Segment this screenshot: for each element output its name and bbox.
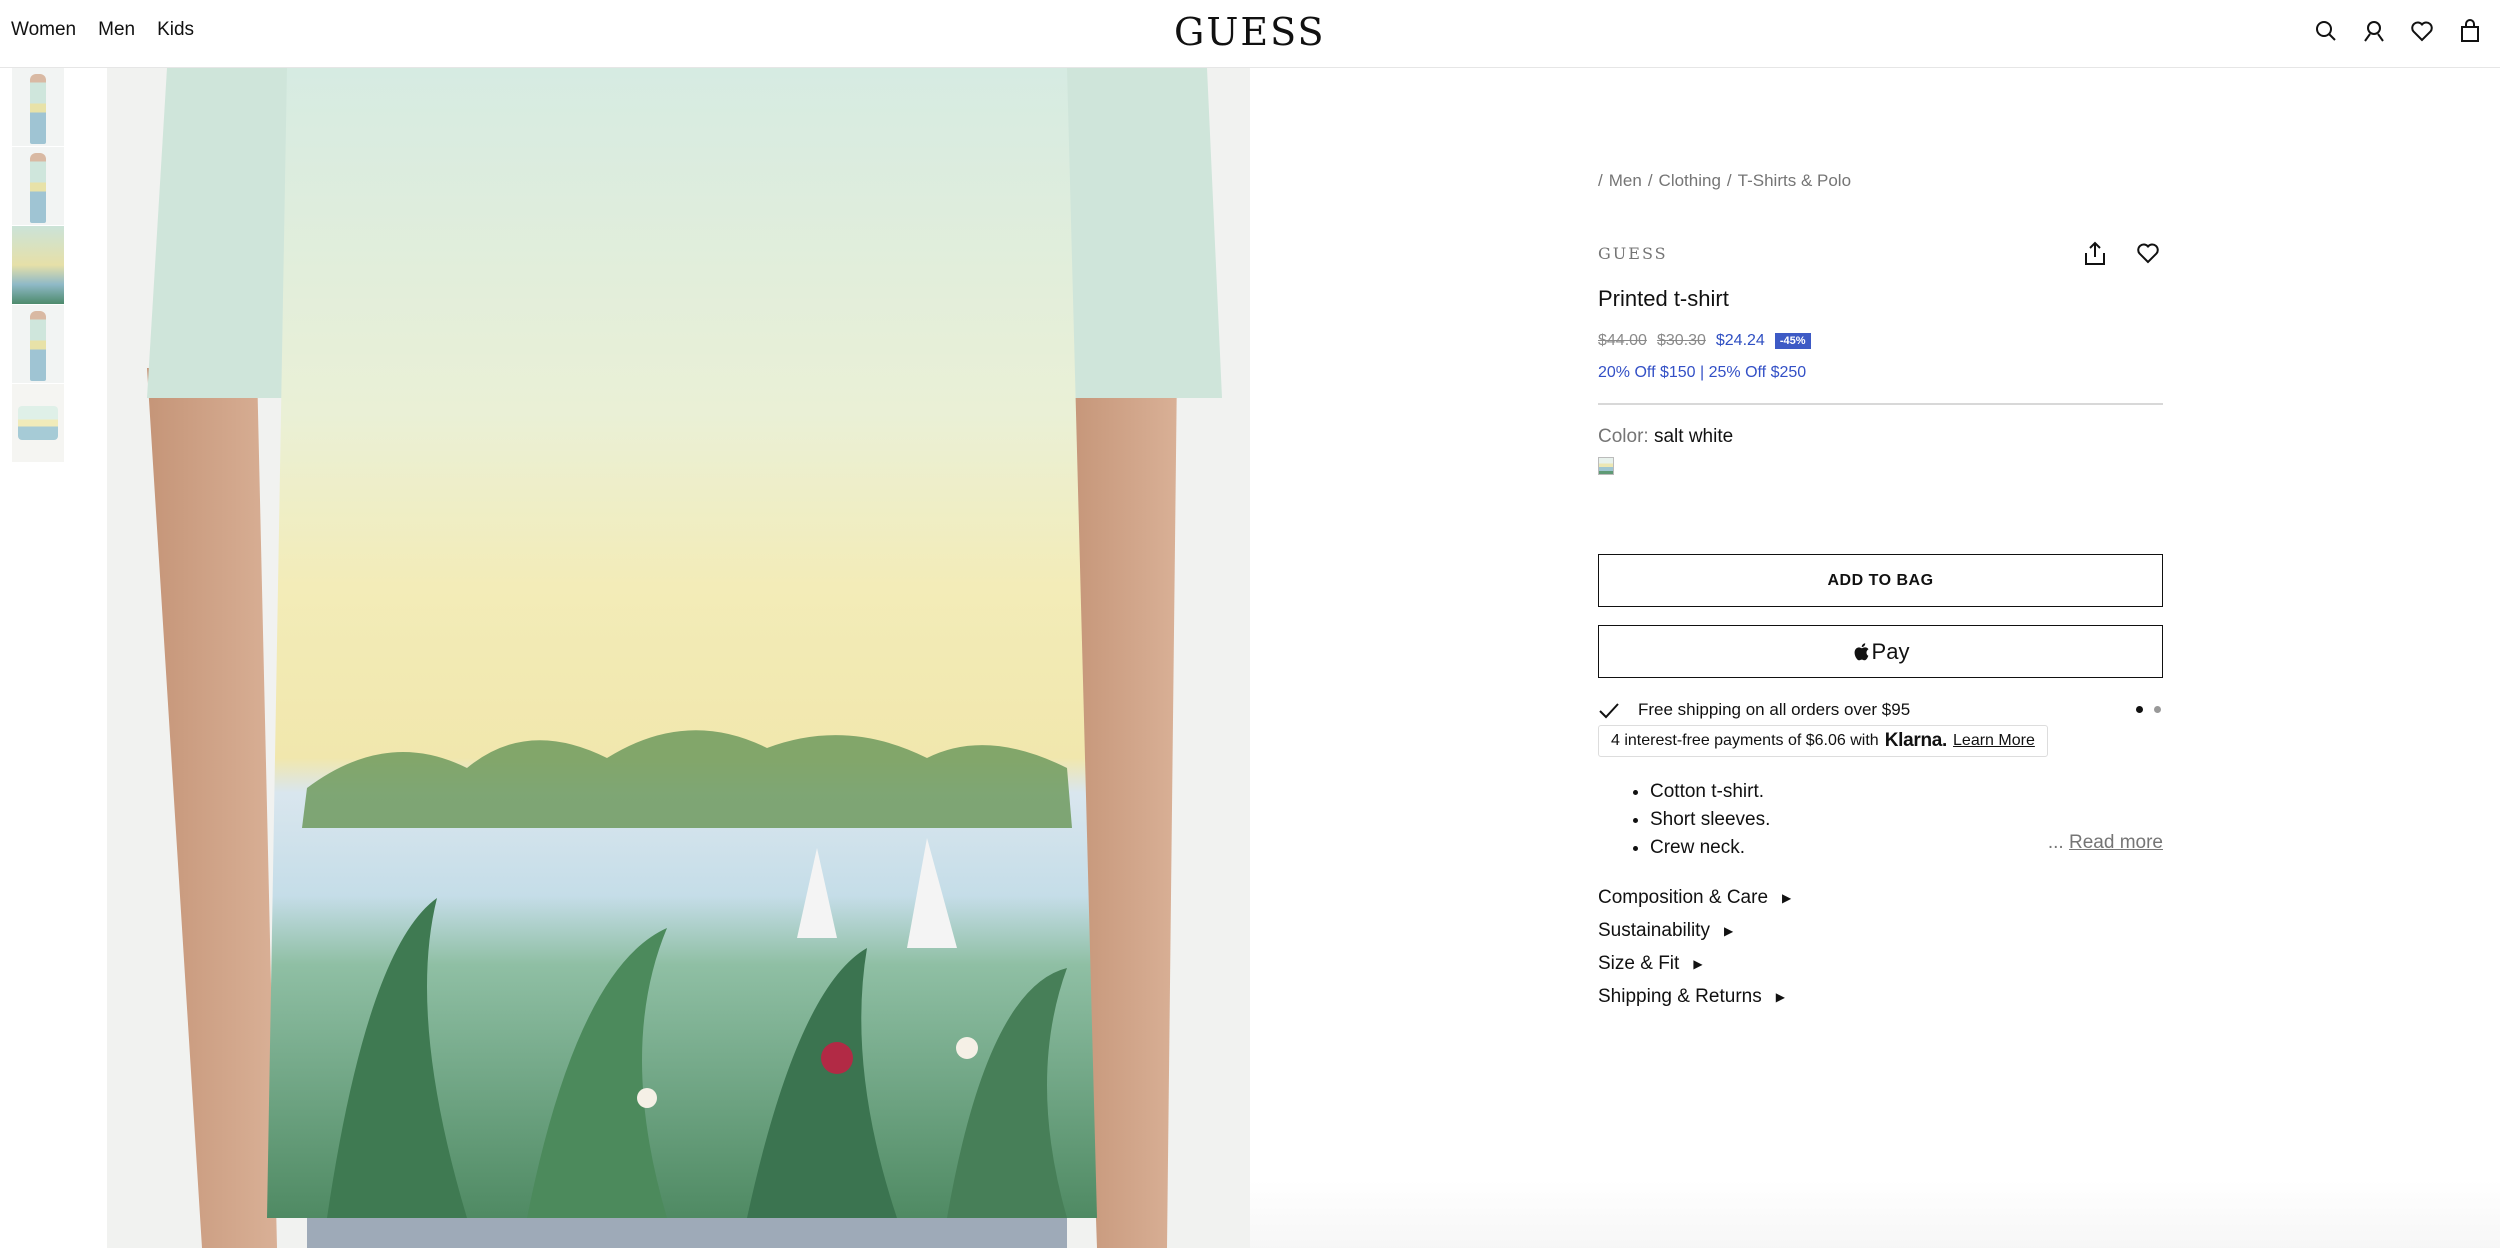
breadcrumb: / Men / Clothing / T-Shirts & Polo: [1598, 171, 1851, 191]
thumbnail[interactable]: [12, 384, 64, 462]
klarna-learn-more-link[interactable]: Learn More: [1953, 732, 2035, 750]
share-icon[interactable]: [2082, 240, 2108, 268]
wishlist-icon[interactable]: [2136, 241, 2160, 265]
search-icon[interactable]: [2314, 18, 2338, 44]
breadcrumb-tshirts[interactable]: T-Shirts & Polo: [1738, 171, 1851, 191]
wishlist-icon[interactable]: [2410, 18, 2434, 44]
account-icon[interactable]: [2362, 18, 2386, 44]
thumbnail[interactable]: [12, 305, 64, 383]
product-brand: GUESS: [1598, 244, 1668, 263]
promo-text: 20% Off $150 | 25% Off $250: [1598, 364, 1807, 381]
apple-icon: [1854, 642, 1869, 660]
thumbnail[interactable]: [12, 147, 64, 225]
shipping-text: Free shipping on all orders over $95: [1638, 700, 1911, 719]
discount-badge: -45%: [1774, 333, 1811, 349]
color-swatch[interactable]: [1598, 457, 1614, 475]
nav-women[interactable]: Women: [11, 19, 76, 41]
caret-right-icon: ▶: [1723, 924, 1734, 938]
accordion-label: Shipping & Returns: [1598, 986, 1762, 1007]
breadcrumb-men[interactable]: Men: [1609, 171, 1642, 191]
read-more-ellipsis: ...: [2047, 832, 2064, 853]
color-line: Color: salt white: [1598, 426, 1733, 448]
add-to-bag-button[interactable]: ADD TO BAG: [1598, 554, 2163, 607]
breadcrumb-clothing[interactable]: Clothing: [1659, 171, 1721, 191]
product-main-image[interactable]: [107, 68, 1250, 1248]
feature-item: Cotton t-shirt.: [1650, 778, 1770, 806]
bag-icon[interactable]: [2458, 18, 2482, 44]
accordion-sustainability[interactable]: Sustainability ▶: [1598, 920, 1733, 942]
accordion-label: Size & Fit: [1598, 953, 1680, 974]
thumbnail[interactable]: [12, 226, 64, 304]
caret-right-icon: ▶: [1782, 891, 1792, 905]
thumbnail-strip: [12, 68, 64, 463]
header-icons: [2314, 18, 2482, 44]
breadcrumb-sep: /: [1647, 171, 1653, 190]
klarna-text: 4 interest-free payments of $6.06 with: [1611, 732, 1879, 749]
previous-price: $30.30: [1656, 332, 1706, 349]
caret-right-icon: ▶: [1775, 990, 1785, 1004]
check-icon: [1599, 703, 1619, 719]
klarna-logo: Klarna.: [1884, 730, 1948, 751]
breadcrumb-sep: /: [1598, 171, 1603, 190]
guess-logo[interactable]: GUESS: [1174, 10, 1326, 54]
accordion-label: Sustainability: [1598, 920, 1710, 941]
read-more: ... Read more: [2048, 832, 2163, 854]
main-nav: Women Men Kids: [11, 19, 194, 41]
thumbnail[interactable]: [12, 68, 64, 146]
breadcrumb-sep: /: [1726, 171, 1732, 190]
nav-kids[interactable]: Kids: [157, 19, 194, 41]
apple-pay-label: Pay: [1871, 638, 1910, 664]
nav-men[interactable]: Men: [98, 19, 135, 41]
klarna-banner: 4 interest-free payments of $6.06 with K…: [1598, 725, 2048, 757]
divider: [1598, 403, 2163, 405]
feature-item: Short sleeves.: [1650, 806, 1770, 834]
feature-item: Crew neck.: [1650, 834, 1770, 862]
original-price: $44.00: [1598, 332, 1647, 349]
read-more-link[interactable]: Read more: [2069, 832, 2163, 853]
accordion-composition-care[interactable]: Composition & Care ▶: [1598, 887, 1791, 909]
shipping-banner: Free shipping on all orders over $95: [1598, 699, 2163, 721]
apple-pay-button[interactable]: Pay: [1598, 625, 2163, 678]
accordion-label: Composition & Care: [1598, 887, 1769, 908]
site-header: Women Men Kids GUESS: [0, 0, 2500, 68]
carousel-dot[interactable]: [2136, 706, 2143, 713]
product-title: Printed t-shirt: [1598, 286, 1729, 311]
price-block: $44.00 $30.30 $24.24 -45%: [1598, 332, 1811, 350]
carousel-dots: [2136, 706, 2161, 713]
bottom-fade: [1250, 1180, 2500, 1248]
carousel-dot[interactable]: [2154, 706, 2161, 713]
feature-list: Cotton t-shirt. Short sleeves. Crew neck…: [1650, 778, 1770, 862]
sale-price: $24.24: [1715, 332, 1765, 349]
accordion-shipping-returns[interactable]: Shipping & Returns ▶: [1598, 986, 1785, 1008]
caret-right-icon: ▶: [1693, 957, 1703, 971]
accordion-size-fit[interactable]: Size & Fit ▶: [1598, 953, 1703, 975]
color-value: salt white: [1653, 426, 1734, 447]
color-label: Color:: [1598, 426, 1649, 447]
